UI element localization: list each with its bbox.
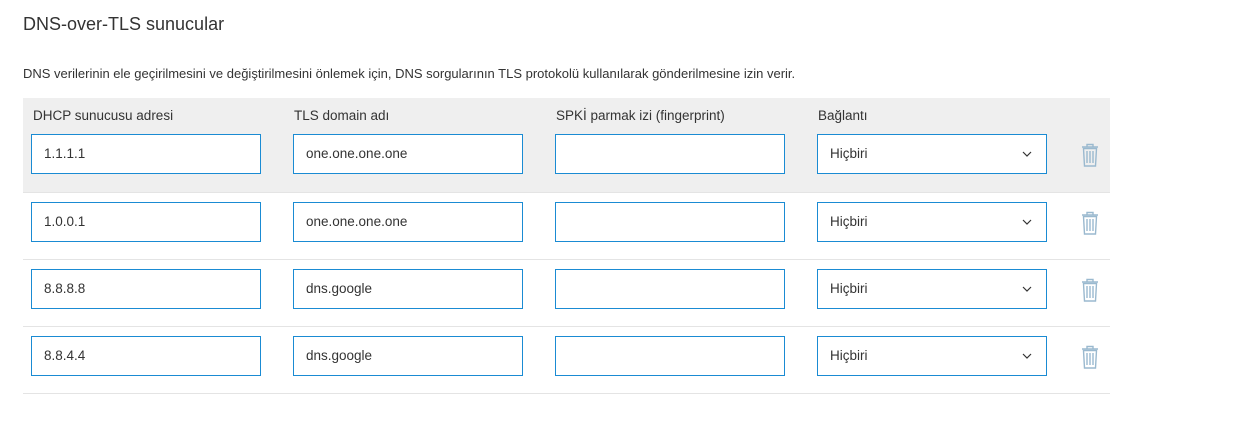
domain-input[interactable]: dns.google [293, 269, 523, 309]
section-description: DNS verilerinin ele geçirilmesini ve değ… [23, 66, 796, 81]
chevron-down-icon [1022, 286, 1032, 292]
fingerprint-input[interactable] [555, 202, 785, 242]
trash-icon[interactable] [1079, 210, 1101, 236]
trash-icon[interactable] [1079, 142, 1101, 168]
fingerprint-input[interactable] [555, 134, 785, 174]
section-title: DNS-over-TLS sunucular [23, 14, 225, 34]
trash-icon[interactable] [1079, 277, 1101, 303]
dns-servers-table: DHCP sunucusu adresi TLS domain adı SPKİ… [23, 98, 1110, 394]
column-header-fingerprint: SPKİ parmak izi (fingerprint) [556, 108, 725, 123]
address-input[interactable]: 8.8.4.4 [31, 336, 261, 376]
connection-select[interactable]: Hiçbiri [817, 336, 1047, 376]
connection-select-value: Hiçbiri [830, 214, 868, 229]
connection-select-value: Hiçbiri [830, 281, 868, 296]
fingerprint-input[interactable] [555, 269, 785, 309]
address-input[interactable]: 8.8.8.8 [31, 269, 261, 309]
column-header-domain: TLS domain adı [294, 108, 390, 123]
column-header-address: DHCP sunucusu adresi [33, 108, 174, 123]
connection-select[interactable]: Hiçbiri [817, 134, 1047, 174]
table-row: 8.8.8.8 dns.google Hiçbiri [23, 260, 1110, 327]
connection-select-value: Hiçbiri [830, 348, 868, 363]
domain-input[interactable]: one.one.one.one [293, 202, 523, 242]
address-input[interactable]: 1.0.0.1 [31, 202, 261, 242]
column-header-connection: Bağlantı [818, 108, 868, 123]
connection-select[interactable]: Hiçbiri [817, 269, 1047, 309]
chevron-down-icon [1022, 219, 1032, 225]
connection-select-value: Hiçbiri [830, 146, 868, 161]
chevron-down-icon [1022, 353, 1032, 359]
domain-input[interactable]: one.one.one.one [293, 134, 523, 174]
chevron-down-icon [1022, 151, 1032, 157]
connection-select[interactable]: Hiçbiri [817, 202, 1047, 242]
table-row: 8.8.4.4 dns.google Hiçbiri [23, 327, 1110, 394]
fingerprint-input[interactable] [555, 336, 785, 376]
address-input[interactable]: 1.1.1.1 [31, 134, 261, 174]
table-row: 1.0.0.1 one.one.one.one Hiçbiri [23, 193, 1110, 260]
domain-input[interactable]: dns.google [293, 336, 523, 376]
trash-icon[interactable] [1079, 344, 1101, 370]
table-row: 1.1.1.1 one.one.one.one Hiçbiri [23, 125, 1110, 193]
